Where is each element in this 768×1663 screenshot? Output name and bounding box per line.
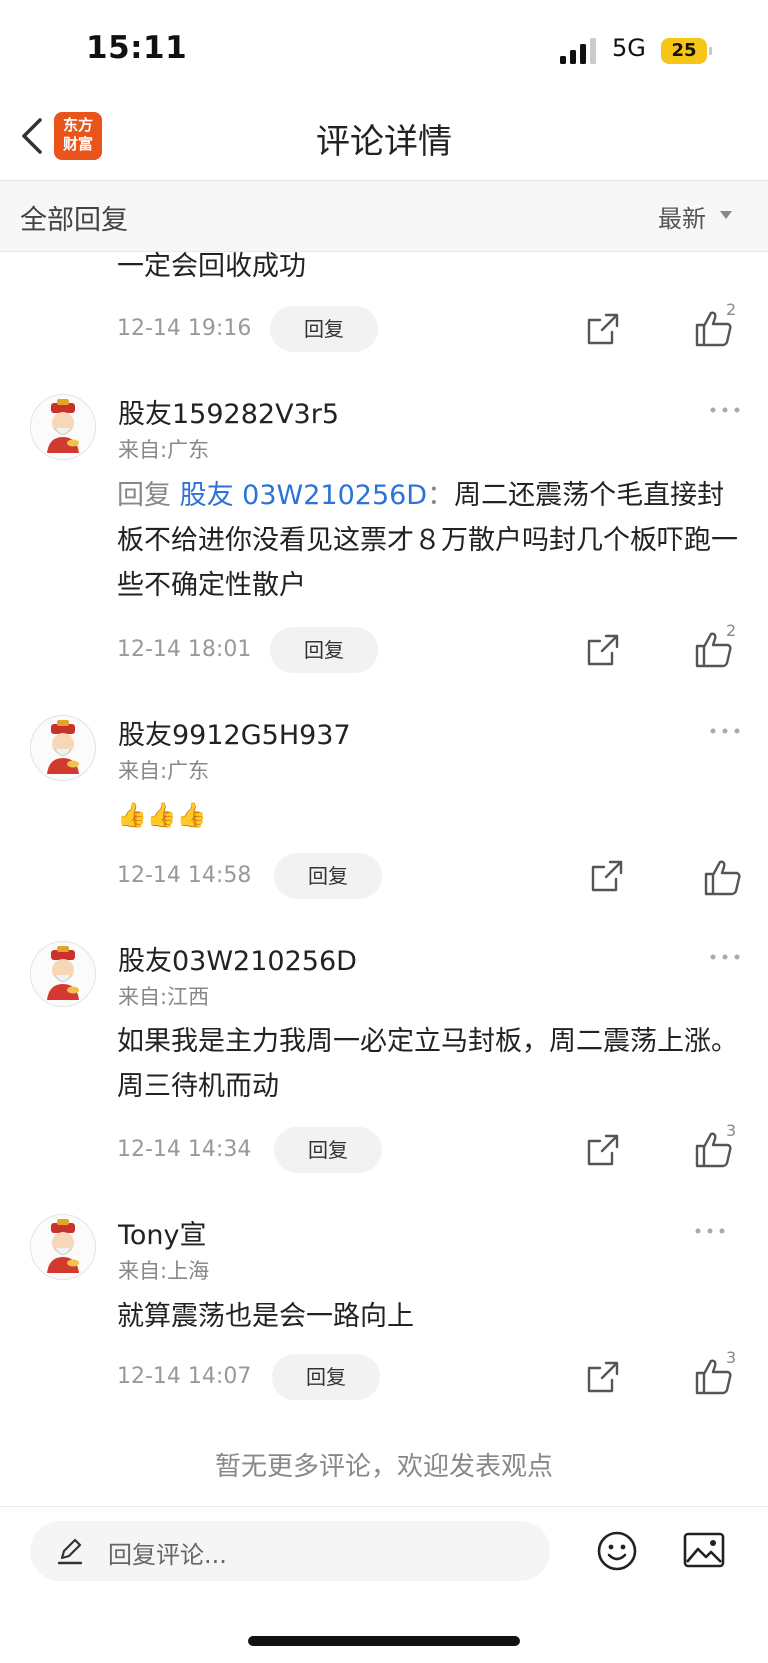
reply-input-placeholder: 回复评论...	[108, 1541, 227, 1569]
comment-text: 如果我是主力我周一必定立马封板，周二震荡上涨。周三待机而动	[117, 1026, 738, 1102]
battery-icon: 25	[661, 38, 713, 64]
divider	[0, 1506, 768, 1507]
comment-text: 一定会回收成功	[117, 251, 306, 282]
comment-text: 回复 股友 03W210256D：周二还震荡个毛直接封板不给进你没看见这票才８万…	[117, 473, 745, 608]
reply-button[interactable]: 回复	[272, 1354, 380, 1400]
reply-button[interactable]: 回复	[274, 853, 382, 899]
share-icon[interactable]	[586, 633, 620, 667]
reply-prefix: 回复	[117, 480, 171, 511]
page-title: 评论详情	[316, 122, 452, 162]
comment-time: 12-14 14:34	[117, 1137, 252, 1162]
more-options-icon[interactable]	[690, 1221, 730, 1241]
like-count: 2	[726, 300, 737, 319]
reply-separator: ：	[427, 480, 455, 511]
caishen-avatar-icon	[47, 946, 79, 1000]
no-more-comments-note: 暂无更多评论，欢迎发表观点	[214, 1452, 553, 1482]
like-count: 3	[726, 1348, 737, 1367]
caishen-avatar-icon	[47, 1219, 79, 1273]
share-icon[interactable]	[586, 312, 620, 346]
caishen-avatar-icon	[47, 399, 79, 453]
image-icon[interactable]	[682, 1530, 726, 1570]
reply-button[interactable]: 回复	[274, 1127, 382, 1173]
username[interactable]: Tony宣	[118, 1213, 207, 1252]
like-count: 2	[726, 621, 737, 640]
sort-dropdown[interactable]: 最新	[658, 199, 706, 234]
home-indicator[interactable]	[248, 1636, 520, 1646]
more-options-icon[interactable]	[705, 400, 745, 420]
comment-text: 👍👍👍	[117, 801, 207, 829]
share-icon[interactable]	[586, 1360, 620, 1394]
avatar[interactable]	[30, 1214, 96, 1280]
avatar[interactable]	[30, 715, 96, 781]
comment-time: 12-14 14:07	[117, 1364, 252, 1389]
reply-button[interactable]: 回复	[270, 627, 378, 673]
caishen-avatar-icon	[47, 720, 79, 774]
comment-time: 12-14 19:16	[117, 316, 252, 341]
username[interactable]: 股友03W210256D	[118, 939, 357, 978]
username[interactable]: 股友159282V3r5	[118, 392, 339, 431]
user-location: 来自:江西	[118, 985, 210, 1009]
more-options-icon[interactable]	[705, 947, 745, 967]
reply-target-link[interactable]: 股友 03W210256D	[180, 480, 428, 511]
network-label: 5G	[612, 34, 646, 62]
section-title: 全部回复	[20, 205, 128, 236]
share-icon[interactable]	[590, 859, 624, 893]
comment-time: 12-14 18:01	[117, 637, 252, 662]
thumbs-up-icon[interactable]	[703, 857, 743, 897]
avatar[interactable]	[30, 394, 96, 460]
avatar[interactable]	[30, 941, 96, 1007]
comment-text: 就算震荡也是会一路向上	[117, 1301, 414, 1332]
reply-button[interactable]: 回复	[270, 306, 378, 352]
username[interactable]: 股友9912G5H937	[118, 713, 351, 752]
share-icon[interactable]	[586, 1133, 620, 1167]
battery-level: 25	[661, 38, 707, 64]
like-count: 3	[726, 1121, 737, 1140]
comment-time: 12-14 14:58	[117, 863, 252, 888]
caret-down-icon	[720, 211, 732, 219]
status-time: 15:11	[86, 30, 188, 66]
more-options-icon[interactable]	[705, 721, 745, 741]
user-location: 来自:广东	[118, 759, 210, 783]
emoji-icon[interactable]	[596, 1530, 638, 1572]
user-location: 来自:上海	[118, 1259, 210, 1283]
signal-icon	[560, 38, 596, 64]
user-location: 来自:广东	[118, 438, 210, 462]
pencil-icon	[57, 1538, 83, 1565]
